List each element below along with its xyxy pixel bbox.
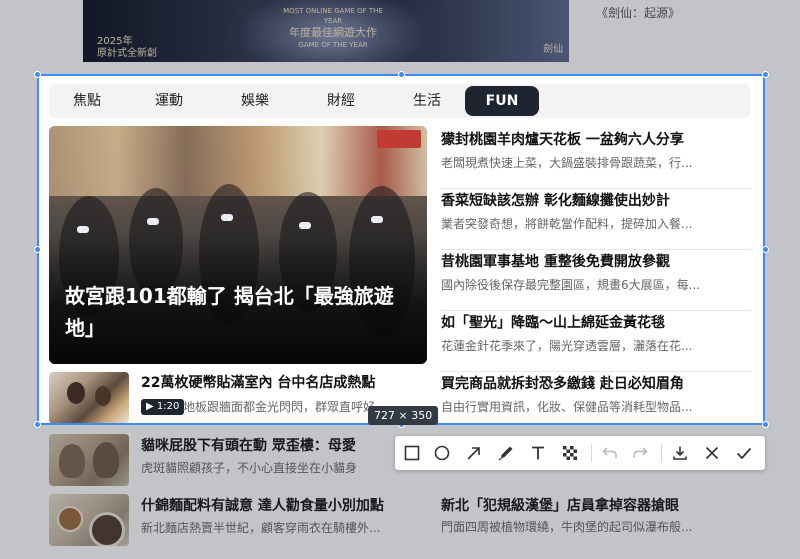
resize-handle-top-left[interactable] [34,71,41,78]
toolbar-divider [661,444,662,462]
pen-tool-button[interactable] [493,440,519,466]
text-tool-button[interactable] [525,440,551,466]
hero-photo-mask [221,214,233,221]
tab-sports[interactable]: 運動 [139,84,199,118]
tab-life[interactable]: 生活 [397,84,457,118]
news-subtitle: 自由行實用資訊，化妝、保健品等消耗型物品... [441,400,693,414]
redo-icon [633,447,648,458]
undo-button[interactable] [597,440,623,466]
news-subtitle: 花蓮金針花季來了，陽光穿透雲層，灑落在花... [441,339,693,353]
news-title[interactable]: 香菜短缺該怎辦 彰化麵線攤使出妙計 [441,192,670,210]
news-title[interactable]: 昔桃園軍事基地 重整後免費開放參觀 [441,253,670,271]
hero-photo-mask [299,222,311,229]
rectangle-icon [404,445,420,461]
resize-handle-left[interactable] [34,246,41,253]
hero-photo-mask [77,226,89,233]
hero-photo-mask [147,218,159,225]
resize-handle-bottom-left[interactable] [34,421,41,428]
list-item[interactable]: 昔桃園軍事基地 重整後免費開放參觀 國內除役後保存最完整園區，規畫6大展區，每.… [441,250,751,311]
hero-photo-sign [377,130,421,148]
arrow-icon [467,447,480,460]
hero-photo-shops [49,126,427,196]
text-icon [532,446,544,460]
side-news-list: 獴封桃園羊肉爐天花板 一盆夠六人分享 老闆現煮快速上菜，大鍋盛裝排骨跟蔬菜，行.… [441,128,751,425]
redo-button[interactable] [627,440,653,466]
resize-handle-top-right[interactable] [762,71,769,78]
circle-tool-button[interactable] [429,440,455,466]
news-title[interactable]: 買完商品就拆封恐多繳錢 赴日必知眉角 [441,375,684,393]
pen-icon [498,446,513,461]
rectangle-tool-button[interactable] [399,440,425,466]
capture-selection[interactable]: 焦點 運動 娛樂 財經 生活 FUN 故宮跟101都輸了 揭台北「最強旅遊地」 … [37,74,765,425]
selection-size-label: 727 × 350 [368,406,439,425]
close-button[interactable] [699,440,725,466]
undo-icon [602,447,617,458]
download-icon [673,446,687,460]
resize-handle-right[interactable] [762,246,769,253]
mosaic-tool-button[interactable] [557,440,583,466]
news-thumbnail[interactable] [49,372,129,424]
circle-icon [434,445,450,461]
news-title[interactable]: 獴封桃園羊肉爐天花板 一盆夠六人分享 [441,131,684,149]
list-item[interactable]: 獴封桃園羊肉爐天花板 一盆夠六人分享 老闆現煮快速上菜，大鍋盛裝排骨跟蔬菜，行.… [441,128,751,189]
hero-title[interactable]: 故宮跟101都輸了 揭台北「最強旅遊地」 [65,280,415,344]
news-title[interactable]: 如「聖光」降臨～山上綿延金黃花毯 [441,314,665,332]
category-tabs: 焦點 運動 娛樂 財經 生活 FUN [49,84,750,118]
list-item[interactable]: 買完商品就拆封恐多繳錢 赴日必知眉角 自由行實用資訊，化妝、保健品等消耗型物品.… [441,372,751,425]
toolbar-divider [591,444,592,462]
tab-focus[interactable]: 焦點 [61,84,113,118]
video-duration-badge: ▶ 1:20 [141,399,185,415]
close-icon [705,446,719,460]
news-subtitle: 國內除役後保存最完整園區，規畫6大展區，每... [441,278,701,292]
list-item[interactable]: 如「聖光」降臨～山上綿延金黃花毯 花蓮金針花季來了，陽光穿透雲層，灑落在花... [441,311,751,372]
tab-entertainment[interactable]: 娛樂 [225,84,285,118]
resize-handle-bottom-right[interactable] [762,421,769,428]
arrow-tool-button[interactable] [461,440,487,466]
news-subtitle: 老闆現煮快速上菜，大鍋盛裝排骨跟蔬菜，行... [441,156,693,170]
news-title[interactable]: 22萬枚硬幣貼滿室內 台中名店成熱點 [141,374,375,392]
mosaic-icon [563,446,577,460]
resize-handle-top[interactable] [398,71,405,78]
hero-news-card[interactable]: 故宮跟101都輸了 揭台北「最強旅遊地」 [49,126,427,364]
confirm-button[interactable] [731,440,757,466]
download-button[interactable] [667,440,693,466]
check-icon [736,447,752,460]
tab-finance[interactable]: 財經 [311,84,371,118]
tab-fun[interactable]: FUN [465,86,539,116]
news-subtitle: 業者突發奇想，將餅乾當作配料，提碎加入餐... [441,217,693,231]
annotation-toolbar [395,436,765,470]
hero-photo-mask [371,216,383,223]
list-item[interactable]: 香菜短缺該怎辦 彰化麵線攤使出妙計 業者突發奇想，將餅乾當作配料，提碎加入餐..… [441,189,751,250]
